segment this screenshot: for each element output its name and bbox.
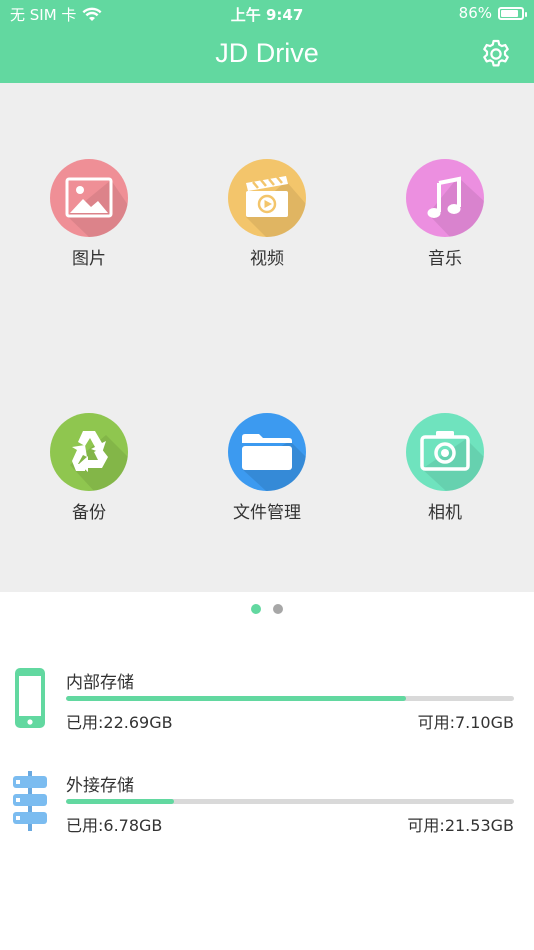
storage-free: 可用:21.53GB xyxy=(407,816,514,835)
folder-icon xyxy=(242,434,306,491)
battery-indicator: 86% xyxy=(458,4,527,22)
storage-usage-bar xyxy=(66,696,514,701)
page-dot-2[interactable] xyxy=(273,604,283,614)
category-label: 相机 xyxy=(428,503,462,523)
app-header: 无 SIM 卡 上午 9:47 86% JD Drive xyxy=(0,0,534,83)
storage-free: 可用:7.10GB xyxy=(417,713,514,732)
storage-used: 已用:22.69GB xyxy=(66,713,173,732)
category-circle xyxy=(406,159,484,237)
category-music[interactable]: 音乐 xyxy=(380,159,510,289)
category-label: 视频 xyxy=(250,249,284,269)
category-file-manager[interactable]: 文件管理 xyxy=(202,413,332,543)
category-camera[interactable]: 相机 xyxy=(380,413,510,543)
page-indicator xyxy=(0,604,534,614)
storage-name: 外接存储 xyxy=(66,776,134,796)
status-bar: 无 SIM 卡 上午 9:47 86% xyxy=(0,0,534,28)
settings-button[interactable] xyxy=(480,38,512,70)
category-label: 音乐 xyxy=(428,249,462,269)
storage-used: 已用:6.78GB xyxy=(66,816,163,835)
storage-usage-fill xyxy=(66,696,407,701)
category-video[interactable]: 视频 xyxy=(202,159,332,289)
server-icon xyxy=(13,771,47,831)
category-circle xyxy=(228,413,306,491)
battery-percent: 86% xyxy=(458,4,492,22)
category-label: 文件管理 xyxy=(233,503,301,523)
storage-name: 内部存储 xyxy=(66,673,134,693)
storage-internal[interactable]: 内部存储 已用:22.69GB 可用:7.10GB xyxy=(0,668,534,738)
battery-icon xyxy=(498,6,527,20)
storage-external[interactable]: 外接存储 已用:6.78GB 可用:21.53GB xyxy=(0,771,534,841)
recycle-icon xyxy=(70,431,128,491)
storage-usage-fill xyxy=(66,799,174,804)
page-dot-1[interactable] xyxy=(251,604,261,614)
gear-icon xyxy=(483,39,509,67)
image-icon xyxy=(65,177,128,237)
status-time: 上午 9:47 xyxy=(230,6,304,24)
camera-icon xyxy=(420,431,484,491)
category-grid: 图片 视频 音乐 备份 文件管理 相机 xyxy=(0,83,534,592)
video-clapper-icon xyxy=(246,176,306,237)
music-note-icon xyxy=(427,176,484,237)
category-circle xyxy=(406,413,484,491)
phone-icon xyxy=(15,668,45,728)
storage-usage-bar xyxy=(66,799,514,804)
category-label: 备份 xyxy=(72,503,106,523)
category-circle xyxy=(228,159,306,237)
category-label: 图片 xyxy=(72,249,106,269)
category-circle xyxy=(50,159,128,237)
category-circle xyxy=(50,413,128,491)
app-title: JD Drive xyxy=(215,38,319,68)
category-images[interactable]: 图片 xyxy=(24,159,154,289)
category-backup[interactable]: 备份 xyxy=(24,413,154,543)
